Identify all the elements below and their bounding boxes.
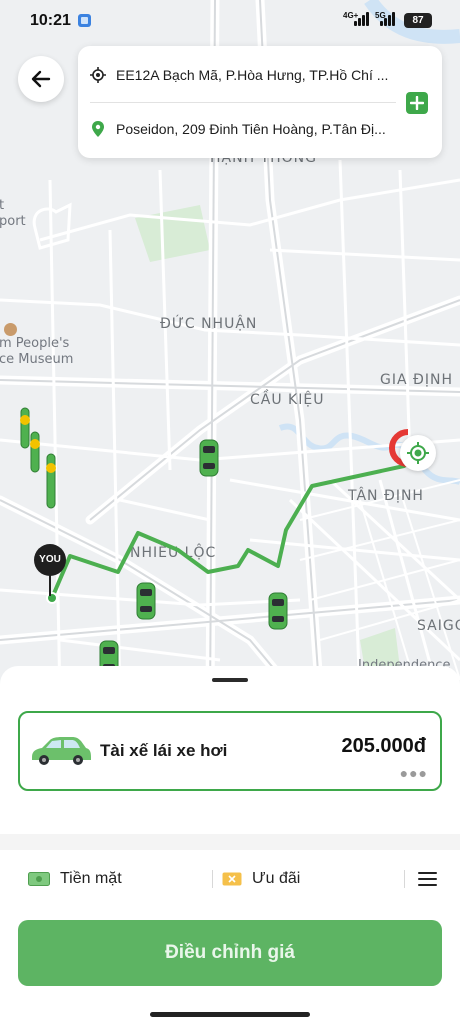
promotion-button[interactable]: Ưu đãi	[222, 862, 300, 896]
car-service-icon	[32, 737, 91, 765]
add-stop-button[interactable]	[406, 92, 428, 114]
signal-icon-2	[380, 12, 398, 26]
route-card: EE12A Bạch Mã, P.Hòa Hưng, TP.Hồ Chí ...…	[78, 46, 442, 158]
service-name: Tài xế lái xe hơi	[100, 741, 228, 760]
pickup-row[interactable]: EE12A Bạch Mã, P.Hòa Hưng, TP.Hồ Chí ...	[90, 60, 390, 90]
service-option-card[interactable]: Tài xế lái xe hơi 205.000đ ●●●	[18, 711, 442, 791]
destination-address: Poseidon, 209 Đinh Tiên Hoàng, P.Tân Đị.…	[116, 121, 386, 137]
car-icon	[199, 439, 219, 477]
you-marker-pin	[49, 574, 51, 596]
plus-icon	[410, 96, 424, 110]
payment-method-label: Tiền mặt	[60, 870, 122, 887]
payment-row: Tiền mặt Ưu đãi	[0, 862, 460, 896]
sheet-drag-handle[interactable]	[212, 678, 248, 682]
cash-icon	[28, 872, 50, 886]
section-divider	[0, 834, 460, 850]
locate-icon	[407, 442, 429, 464]
destination-row[interactable]: Poseidon, 209 Đinh Tiên Hoàng, P.Tân Đị.…	[90, 114, 390, 144]
more-options-icon[interactable]: ●●●	[400, 765, 428, 781]
service-price: 205.000đ	[341, 735, 426, 757]
status-time: 10:21	[30, 12, 71, 29]
status-bar: 10:21 4G+ 5G 87	[0, 0, 460, 44]
signal-icon	[354, 12, 372, 26]
you-marker: YOU	[34, 544, 66, 576]
pickup-location-icon	[90, 67, 106, 83]
divider	[404, 870, 405, 888]
car-icon	[136, 582, 156, 620]
bottom-sheet: Tài xế lái xe hơi 205.000đ ●●● Tiền mặt …	[0, 666, 460, 1024]
app-notification-icon	[78, 14, 91, 27]
arrow-left-icon	[31, 70, 51, 88]
battery-indicator: 87	[404, 13, 432, 28]
pickup-address: EE12A Bạch Mã, P.Hòa Hưng, TP.Hồ Chí ...	[116, 67, 389, 83]
route-divider	[90, 102, 396, 103]
motorbike-icon	[46, 453, 56, 509]
back-button[interactable]	[18, 56, 64, 102]
divider	[212, 870, 213, 888]
payment-method-button[interactable]: Tiền mặt	[28, 862, 122, 896]
destination-pin-icon	[92, 121, 104, 137]
promotion-label: Ưu đãi	[252, 870, 301, 887]
voucher-icon	[222, 872, 242, 886]
locate-button[interactable]	[400, 435, 436, 471]
car-icon	[268, 592, 288, 630]
home-indicator	[150, 1012, 310, 1017]
menu-button[interactable]	[416, 868, 440, 890]
adjust-price-button[interactable]: Điều chỉnh giá	[18, 920, 442, 986]
